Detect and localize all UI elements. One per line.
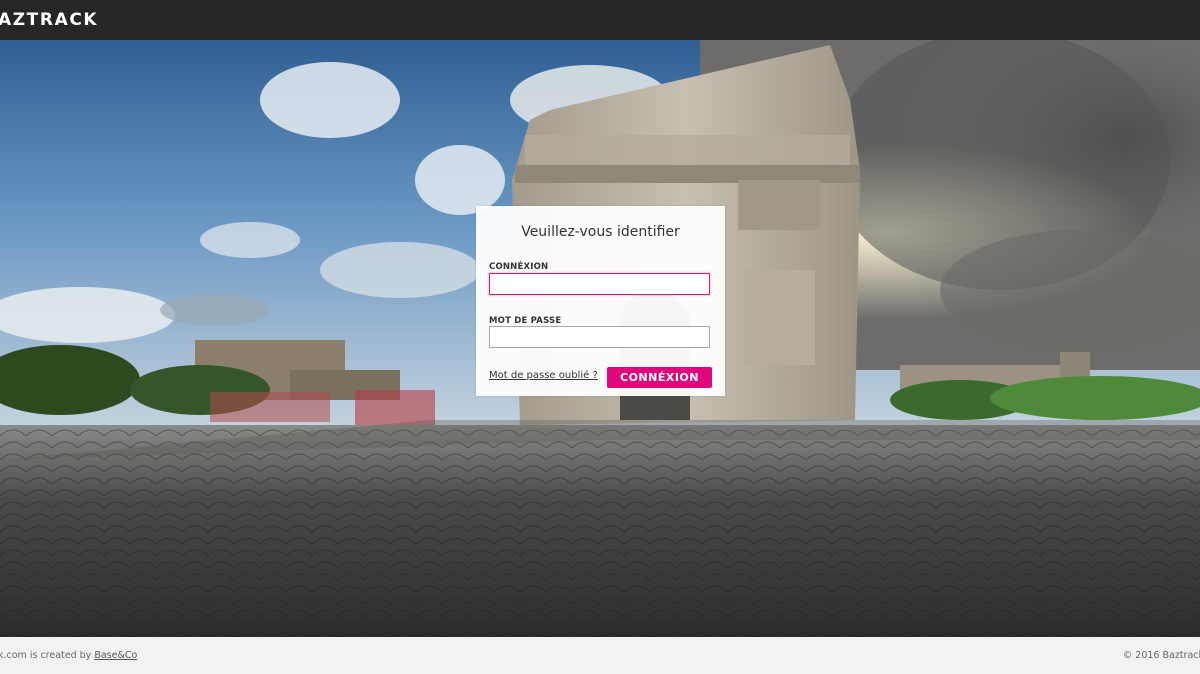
brand-logo[interactable]: AZTRACK — [0, 10, 98, 30]
login-title: Veuillez-vous identifier — [521, 224, 680, 240]
top-navbar: AZTRACK — [0, 0, 1200, 40]
password-label: MOT DE PASSE — [489, 316, 562, 326]
footer: k.com is created by Base&Co © 2016 Baztr… — [0, 637, 1200, 674]
footer-credit: k.com is created by Base&Co — [0, 650, 137, 661]
forgot-password-link[interactable]: Mot de passe oublié ? — [489, 370, 598, 381]
password-input[interactable] — [489, 326, 710, 348]
login-button[interactable]: CONNÉXION — [607, 367, 712, 388]
login-panel: Veuillez-vous identifier CONNÉXION MOT D… — [476, 206, 725, 396]
username-input[interactable] — [489, 273, 710, 295]
footer-copyright: © 2016 Baztrack — [1122, 650, 1200, 661]
footer-credit-link[interactable]: Base&Co — [94, 650, 137, 661]
username-label: CONNÉXION — [489, 262, 549, 272]
footer-credit-text: k.com is created by — [0, 650, 92, 661]
